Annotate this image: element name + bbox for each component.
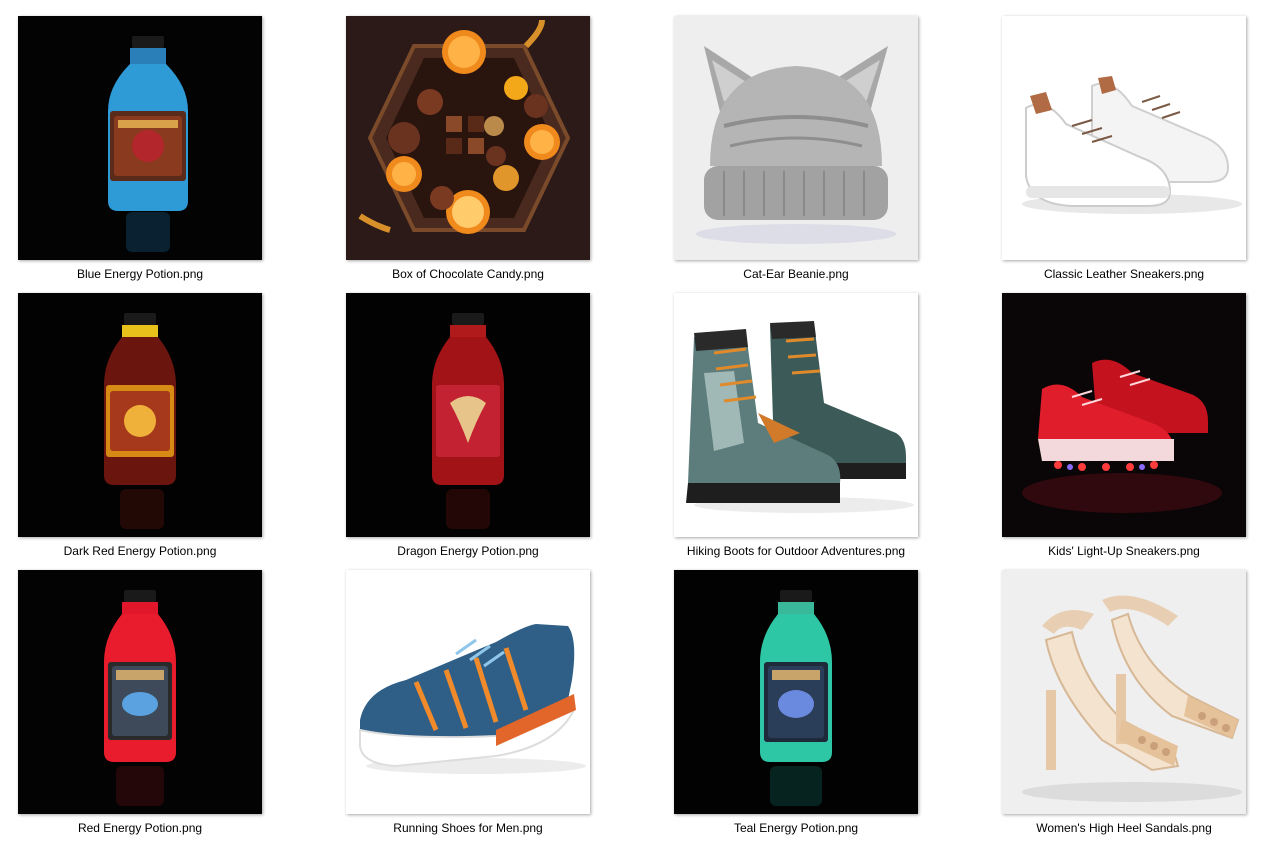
file-item[interactable]: Dark Red Energy Potion.png	[18, 293, 264, 563]
light-up-sneakers-thumbnail	[1002, 293, 1246, 537]
high-heel-sandals-thumbnail	[1002, 570, 1246, 814]
file-name: Box of Chocolate Candy.png	[392, 267, 544, 281]
file-name: Red Energy Potion.png	[77, 821, 203, 835]
chocolate-box-thumbnail	[346, 16, 590, 260]
dark-red-potion-bottle-thumbnail	[18, 293, 262, 537]
file-item[interactable]: Women's High Heel Sandals.png	[1002, 570, 1248, 840]
file-name: Dragon Energy Potion.png	[397, 544, 539, 558]
file-name: Kids' Light-Up Sneakers.png	[1048, 544, 1200, 558]
file-name: Dark Red Energy Potion.png	[63, 544, 217, 558]
cat-ear-beanie-thumbnail	[674, 16, 918, 260]
running-shoe-thumbnail	[346, 570, 590, 814]
teal-potion-bottle-thumbnail	[674, 570, 918, 814]
red-potion-bottle-thumbnail	[18, 570, 262, 814]
file-item[interactable]: Red Energy Potion.png	[18, 570, 264, 840]
file-item[interactable]: Blue Energy Potion.png	[18, 16, 264, 286]
file-item[interactable]: Box of Chocolate Candy.png	[346, 16, 592, 286]
file-item[interactable]: Running Shoes for Men.png	[346, 570, 592, 840]
file-item[interactable]: Hiking Boots for Outdoor Adventures.png	[674, 293, 920, 563]
file-name: Teal Energy Potion.png	[733, 821, 859, 835]
blue-potion-bottle-thumbnail	[18, 16, 262, 260]
file-item[interactable]: Classic Leather Sneakers.png	[1002, 16, 1248, 286]
file-item[interactable]: Dragon Energy Potion.png	[346, 293, 592, 563]
file-name: Hiking Boots for Outdoor Adventures.png	[686, 544, 906, 558]
hiking-boots-thumbnail	[674, 293, 918, 537]
file-grid: Blue Energy Potion.png Box of Chocolate …	[0, 0, 1261, 845]
file-name: Running Shoes for Men.png	[393, 821, 543, 835]
file-name: Blue Energy Potion.png	[76, 267, 204, 281]
file-name: Classic Leather Sneakers.png	[1043, 267, 1205, 281]
file-name: Women's High Heel Sandals.png	[1036, 821, 1212, 835]
white-sneakers-thumbnail	[1002, 16, 1246, 260]
file-name: Cat-Ear Beanie.png	[743, 267, 849, 281]
file-item[interactable]: Cat-Ear Beanie.png	[674, 16, 920, 286]
file-item[interactable]: Kids' Light-Up Sneakers.png	[1002, 293, 1248, 563]
dragon-potion-bottle-thumbnail	[346, 293, 590, 537]
file-item[interactable]: Teal Energy Potion.png	[674, 570, 920, 840]
